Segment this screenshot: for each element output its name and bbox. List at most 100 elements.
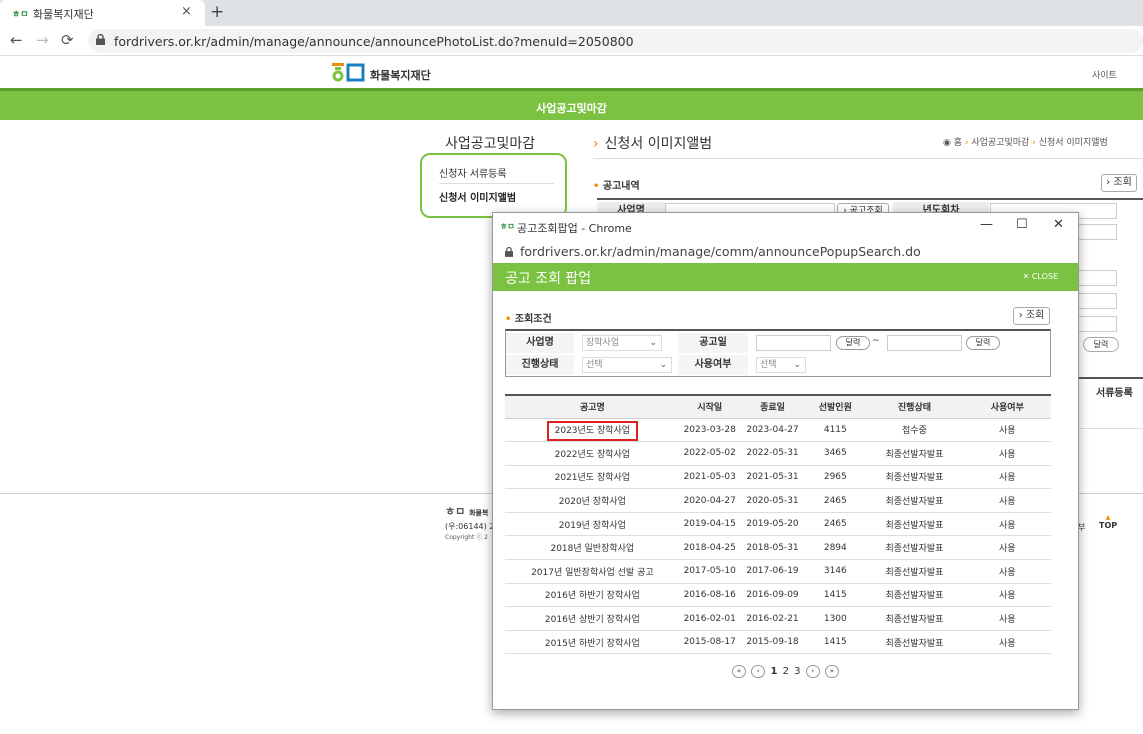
home-icon: ◉ [943,138,951,148]
popup-search-label: 조회 [1025,310,1045,321]
left-menu: 신청자 서류등록 신청서 이미지앨범 [420,153,567,218]
table-cell: 사용 [963,465,1051,490]
announce-name-cell[interactable]: 2020년 장학사업 [505,488,680,513]
site-logo-icon[interactable] [330,62,366,82]
table-row[interactable]: 2019년 장학사업 2019-04-15 2019-05-20 2465 최종선발자발… [505,512,1051,537]
business-name-select[interactable]: 장학사업 ⌄ [582,335,662,351]
end-calendar-button[interactable]: 달력 [966,336,1000,350]
maximize-icon[interactable]: ☐ [1016,217,1028,232]
announce-name-cell[interactable]: 2017년 일반장학사업 선발 공고 [505,559,680,584]
list-divider [1078,377,1143,379]
nav-banner: 사업공고및마감 [0,88,1143,120]
end-date-input[interactable] [887,335,962,351]
table-cell: 1300 [805,606,866,631]
date-range-tilde: ~ [872,336,880,346]
announce-name-cell[interactable]: 2019년 장학사업 [505,512,680,537]
table-cell: 사용 [963,488,1051,513]
search-button-label: 조회 [1113,177,1132,188]
forward-arrow-icon[interactable]: → [36,31,49,49]
announce-name-cell[interactable]: 2021년도 장학사업 [505,465,680,490]
close-icon[interactable]: ✕ [1053,217,1064,232]
table-row[interactable]: 2023년도 장학사업 2023-03-28 2023-04-27 4115 접수중 사용 [505,418,1051,443]
use-select[interactable]: 선택 ⌄ [756,357,806,373]
lock-icon [505,247,513,257]
announce-name-cell[interactable]: 2023년도 장학사업 [505,418,680,443]
breadcrumb-home[interactable]: 홈 [954,138,962,148]
footer-link[interactable]: 부 [1078,522,1085,533]
popup-close-button[interactable]: ✕ CLOSE [1023,272,1058,281]
new-tab-button[interactable]: + [210,2,224,22]
table-row[interactable]: 2022년도 장학사업 2022-05-02 2022-05-31 3465 최종선발자… [505,441,1051,466]
table-cell: 2018-04-25 [679,535,740,561]
popup-window-title: 공고조회팝업 - Chrome [517,222,632,235]
browser-tab[interactable]: ㅎㅁ 화물복지재단 × [0,0,205,26]
browser-tab-bar: ㅎㅁ 화물복지재단 × + [0,0,1143,26]
page-title-text: 신청서 이미지앨범 [604,136,713,152]
pagination: « ‹ 1 2 3 › » [493,665,1078,678]
menu-item-image-album[interactable]: 신청서 이미지앨범 [439,189,516,204]
popup-url[interactable]: fordrivers.or.kr/admin/manage/comm/annou… [520,244,921,259]
table-row[interactable]: 2020년 장학사업 2020-04-27 2020-05-31 2465 최종선발자발… [505,488,1051,513]
prev-page-button[interactable]: ‹ [751,665,766,678]
popup-search-form: 사업명 장학사업 ⌄ 공고일 달력 ~ 달력 진행상태 선택 ⌄ 사용여부 선택 ⌄ [505,329,1051,377]
table-cell: 사용 [963,418,1051,443]
table-cell: 최종선발자발표 [865,535,964,561]
breadcrumb: ◉ 홈 › 사업공고및마감 › 신청서 이미지앨범 [943,135,1108,148]
column-header: 진행상태 [865,394,964,419]
announce-name-cell[interactable]: 2016년 상반기 장학사업 [505,606,680,631]
back-arrow-icon[interactable]: ← [10,31,23,49]
popup-header: 공고 조회 팝업 ✕ CLOSE [493,263,1078,291]
announce-name-cell[interactable]: 2018년 일반장학사업 [505,535,680,561]
table-row[interactable]: 2017년 일반장학사업 선발 공고 2017-05-10 2017-06-19 31… [505,559,1051,584]
status-value: 선택 [586,360,603,370]
table-row[interactable]: 2016년 하반기 장학사업 2016-08-16 2016-09-09 1415 최종… [505,583,1051,608]
page-link[interactable]: 1 [770,666,777,677]
page-link[interactable]: 2 [783,666,789,677]
table-cell: 4115 [805,418,866,443]
announce-name-cell[interactable]: 2022년도 장학사업 [505,441,680,466]
next-page-button[interactable]: › [805,665,820,678]
url-field[interactable]: fordrivers.or.kr/admin/manage/announce/a… [88,29,1143,53]
table-cell: 2018-05-31 [739,535,806,561]
search-button[interactable]: › 조회 [1101,174,1137,192]
first-page-button[interactable]: « [732,665,747,678]
announce-name-cell[interactable]: 2015년 하반기 장학사업 [505,630,680,655]
table-cell: 사용 [963,441,1051,466]
table-row[interactable]: 2018년 일반장학사업 2018-04-25 2018-05-31 2894 최종선발… [505,535,1051,561]
popup-close-label: CLOSE [1031,272,1058,281]
table-cell: 2016-08-16 [679,583,740,608]
announce-name-cell[interactable]: 2016년 하반기 장학사업 [505,583,680,608]
popup-search-button[interactable]: › 조회 [1013,307,1050,325]
page-link[interactable]: 3 [794,666,800,677]
breadcrumb-current: 신청서 이미지앨범 [1038,138,1108,148]
footer-logo: ㅎㅁ 화물복 [445,505,489,518]
breadcrumb-item[interactable]: 사업공고및마감 [971,138,1029,148]
highlighted-announce-name[interactable]: 2023년도 장학사업 [546,421,639,442]
nav-banner-title[interactable]: 사업공고및마감 [0,100,1143,116]
start-calendar-button[interactable]: 달력 [836,336,870,350]
site-logo-text[interactable]: 화물복지재단 [370,67,431,83]
start-date-input[interactable] [756,335,831,351]
scroll-top-button[interactable]: ▲ TOP [1099,514,1117,530]
table-cell: 2016-02-01 [679,606,740,631]
table-row[interactable]: 2021년도 장학사업 2021-05-03 2021-05-31 2965 최종선발자… [505,465,1051,490]
close-tab-icon[interactable]: × [181,4,192,19]
table-cell: 2015-08-17 [679,630,740,655]
calendar-button[interactable]: 달력 [1083,337,1119,352]
table-cell: 2019-04-15 [679,512,740,537]
menu-item-applicant-docs[interactable]: 신청자 서류등록 [439,165,507,180]
search-conditions-title: • 조회조건 [505,314,552,325]
table-cell: 2894 [805,535,866,561]
status-select[interactable]: 선택 ⌄ [582,357,672,373]
column-header: 시작일 [679,394,740,419]
table-row[interactable]: 2016년 상반기 장학사업 2016-02-01 2016-02-21 1300 최종… [505,606,1051,631]
sitemap-link[interactable]: 사이트 [1092,68,1117,81]
table-cell: 사용 [963,583,1051,608]
reload-icon[interactable]: ⟳ [61,31,74,49]
last-page-button[interactable]: » [824,665,839,678]
table-cell: 2465 [805,512,866,537]
table-cell: 최종선발자발표 [865,465,964,490]
table-cell: 2022-05-31 [739,441,806,466]
table-row[interactable]: 2015년 하반기 장학사업 2015-08-17 2015-09-18 1415 최종… [505,630,1051,655]
minimize-icon[interactable]: — [980,217,993,232]
